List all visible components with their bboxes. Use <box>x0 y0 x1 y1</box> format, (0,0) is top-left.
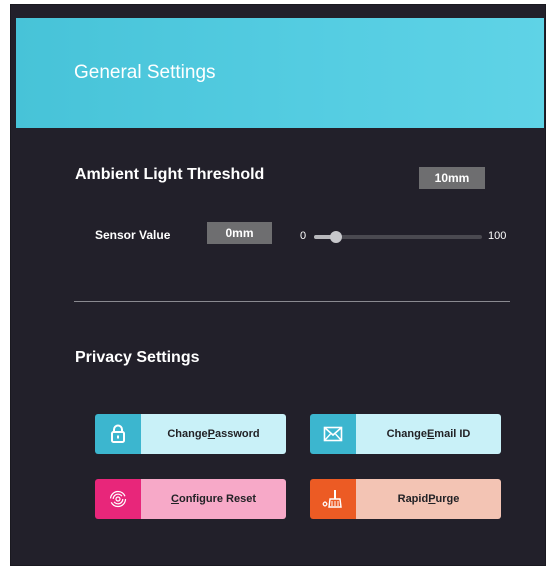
btn-label-post: mail ID <box>434 428 471 440</box>
privacy-settings-title: Privacy Settings <box>75 349 200 366</box>
section-divider <box>74 301 510 302</box>
change-email-label: Change Email ID <box>356 414 501 454</box>
lock-icon <box>95 414 141 454</box>
sensor-value-label: Sensor Value <box>95 228 171 242</box>
rapid-purge-button[interactable]: Rapid Purge <box>310 479 501 519</box>
mail-icon <box>310 414 356 454</box>
slider-min-label: 0 <box>300 230 307 242</box>
btn-label-post: assword <box>215 428 260 440</box>
configure-reset-label: Configure Reset <box>141 479 286 519</box>
btn-label-hotkey: P <box>207 428 216 440</box>
btn-label-pre: Change <box>386 428 427 440</box>
change-email-button[interactable]: Change Email ID <box>310 414 501 454</box>
btn-label-hotkey: E <box>426 428 435 440</box>
configure-reset-button[interactable]: Configure Reset <box>95 479 286 519</box>
purge-icon <box>310 479 356 519</box>
fingerprint-icon <box>95 479 141 519</box>
window: General Settings Ambient Light Threshold… <box>0 0 553 573</box>
btn-label-hotkey: P <box>428 493 436 505</box>
sensor-value-badge: 0mm <box>207 222 272 244</box>
btn-label-post: urge <box>435 493 460 505</box>
change-password-label: Change Password <box>141 414 286 454</box>
change-password-button[interactable]: Change Password <box>95 414 286 454</box>
slider-max-label: 100 <box>488 230 507 242</box>
page-title: General Settings <box>74 62 216 83</box>
slider-thumb[interactable] <box>329 231 342 243</box>
ambient-light-title: Ambient Light Threshold <box>75 166 265 183</box>
rapid-purge-label: Rapid Purge <box>356 479 501 519</box>
btn-label-pre: Change <box>167 428 208 440</box>
header-bar: General Settings <box>16 18 544 128</box>
btn-label-post: onfigure Reset <box>178 493 256 505</box>
btn-label-pre: Rapid <box>397 493 429 505</box>
btn-label-hotkey: C <box>171 493 179 505</box>
threshold-value-badge: 10mm <box>419 167 485 189</box>
